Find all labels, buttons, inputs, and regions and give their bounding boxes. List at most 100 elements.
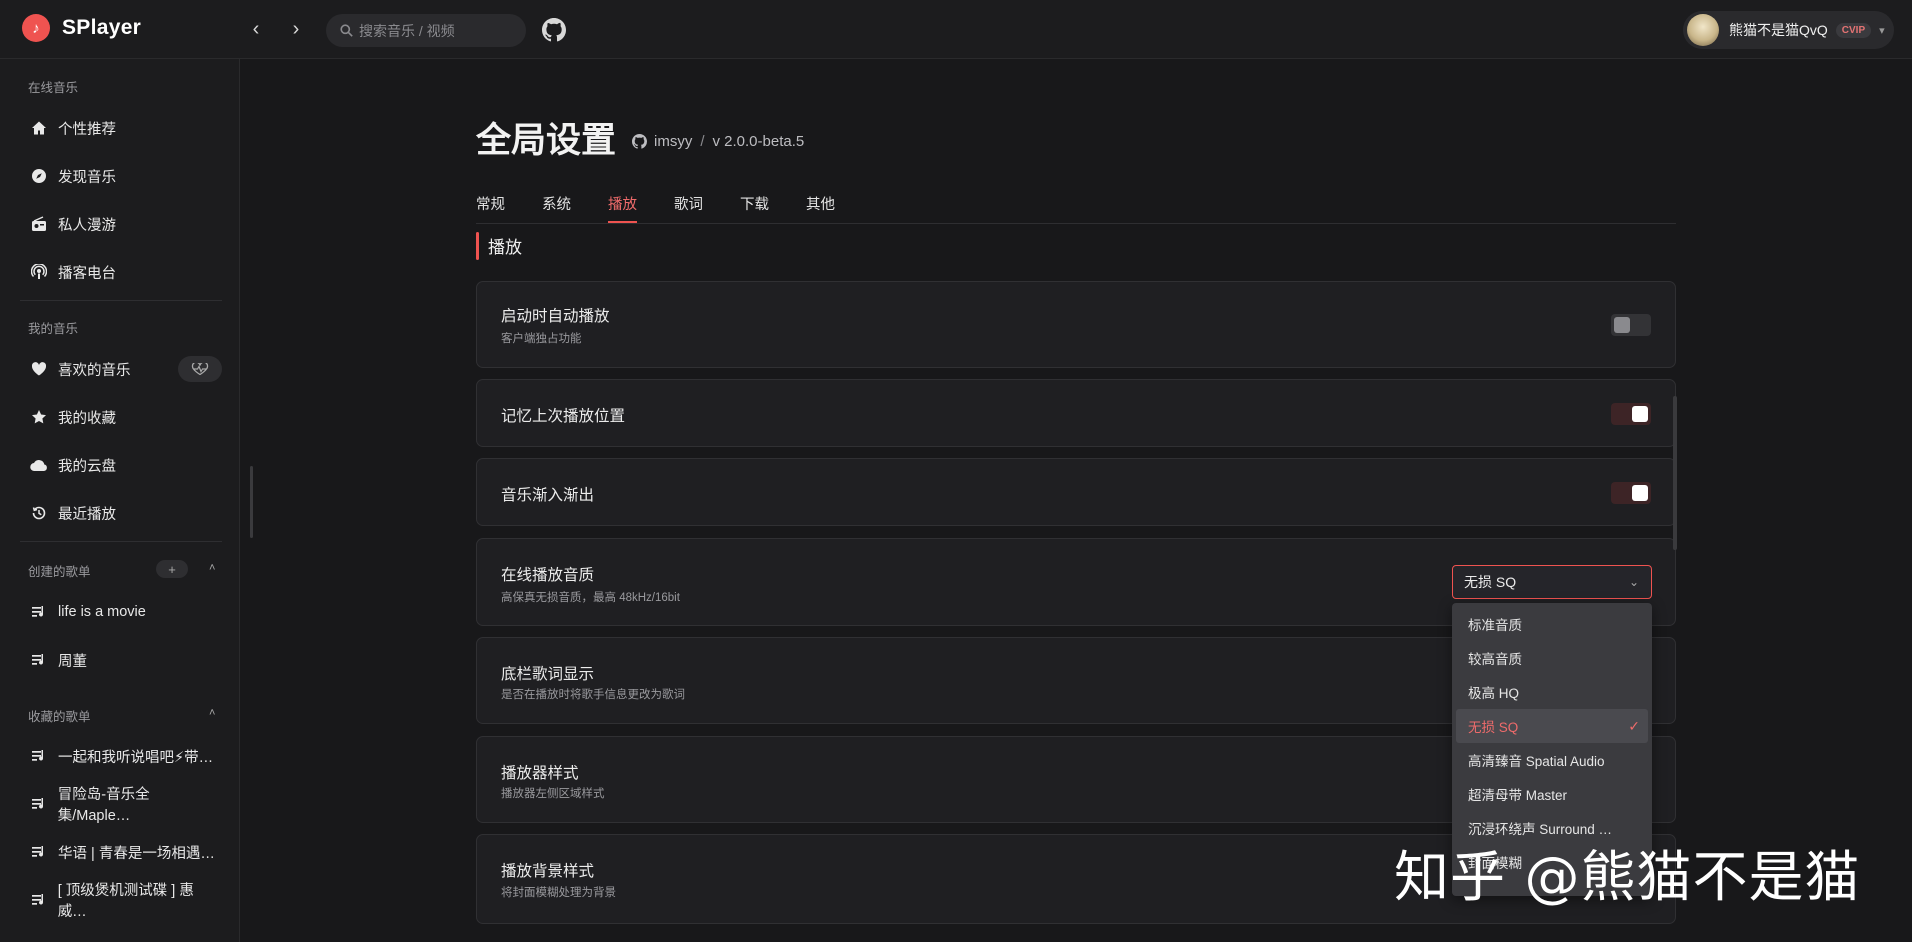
app-logo[interactable]: ♪ SPlayer: [22, 14, 141, 42]
tab-playback[interactable]: 播放: [608, 193, 637, 223]
main-scrollbar[interactable]: [1673, 396, 1677, 550]
divider: [20, 300, 222, 301]
quality-option-label: 无损 SQ: [1468, 720, 1519, 735]
tab-other[interactable]: 其他: [806, 193, 835, 223]
setting-fade: 音乐渐入渐出: [476, 458, 1676, 526]
user-name: 熊猫不是猫QvQ: [1729, 22, 1828, 38]
playlist-item[interactable]: 周董: [30, 645, 220, 675]
playlist-item[interactable]: 华语 | 青春是一场相遇…: [30, 837, 220, 867]
playlist-label: 周董: [58, 653, 87, 670]
podcast-icon: [30, 263, 48, 281]
playlist-label: 冒险岛-音乐全集/Maple…: [57, 787, 150, 824]
section-created-playlists: 创建的歌单: [28, 565, 91, 579]
vip-badge: CVIP: [1835, 22, 1872, 38]
heartbeat-mode-button[interactable]: [178, 356, 222, 382]
setting-desc: 播放器左侧区域样式: [501, 788, 605, 800]
compass-icon: [30, 167, 48, 185]
avatar: [1687, 14, 1719, 46]
quality-option[interactable]: 较高音质: [1456, 641, 1648, 675]
version-label: v 2.0.0-beta.5: [712, 133, 805, 150]
chevron-down-icon: ▾: [1879, 24, 1885, 37]
toggle-knob: [1614, 317, 1630, 333]
sidebar-item-podcast[interactable]: 播客电台: [30, 257, 220, 287]
setting-title: 在线播放音质: [501, 567, 595, 584]
playlist-item[interactable]: life is a movie: [30, 597, 220, 627]
back-button[interactable]: ‹: [243, 16, 269, 42]
setting-desc: 是否在播放时将歌手信息更改为歌词: [501, 689, 685, 701]
sidebar-item-label: 我的云盘: [58, 458, 116, 475]
playlist-item[interactable]: 冒险岛-音乐全集/Maple…: [30, 787, 220, 824]
heartbeat-icon: [191, 363, 209, 375]
radio-icon: [30, 215, 48, 233]
github-icon[interactable]: [542, 18, 566, 42]
user-menu[interactable]: 熊猫不是猫QvQ CVIP ▾: [1683, 11, 1894, 49]
tab-download[interactable]: 下载: [740, 193, 769, 223]
heart-icon: [30, 360, 48, 378]
setting-desc: 高保真无损音质，最高 48kHz/16bit: [501, 592, 680, 604]
home-icon: [30, 119, 48, 137]
playlist-label: 华语 | 青春是一场相遇…: [58, 845, 215, 862]
playlist-label: life is a movie: [58, 604, 146, 620]
settings-tabs: 常规 系统 播放 歌词 下载 其他: [476, 193, 872, 223]
fade-toggle[interactable]: [1611, 482, 1651, 504]
playlist-icon: [30, 651, 48, 669]
sidebar-scrollbar[interactable]: [250, 466, 253, 538]
watermark: 知乎 @熊猫不是猫: [1394, 845, 1861, 909]
setting-desc: 客户端独占功能: [501, 333, 582, 345]
section-collected-playlists: 收藏的歌单: [28, 710, 91, 724]
chevron-up-icon[interactable]: ˄: [209, 562, 215, 574]
autoplay-toggle[interactable]: [1611, 314, 1651, 336]
quality-select[interactable]: 无损 SQ ⌄: [1452, 565, 1652, 599]
cloud-icon: [30, 456, 48, 474]
section-my-music: 我的音乐: [28, 322, 79, 336]
sidebar-item-recent[interactable]: 最近播放: [30, 498, 220, 528]
quality-option[interactable]: 高清臻音 Spatial Audio: [1456, 743, 1648, 777]
music-note-icon: ♪: [22, 14, 50, 42]
top-bar: ♪ SPlayer ‹ › 熊猫不是猫QvQ CVIP ▾: [0, 0, 1912, 59]
sidebar-item-label: 喜欢的音乐: [58, 362, 131, 379]
sidebar-item-collection[interactable]: 我的收藏: [30, 402, 220, 432]
sidebar-item-label: 我的收藏: [58, 410, 116, 427]
toggle-knob: [1632, 485, 1648, 501]
tab-general[interactable]: 常规: [476, 193, 505, 223]
setting-title: 启动时自动播放: [501, 308, 610, 325]
playlist-item[interactable]: [ 顶级煲机测试碟 ] 惠威…: [30, 883, 220, 920]
quality-option[interactable]: 极高 HQ: [1456, 675, 1648, 709]
tab-system[interactable]: 系统: [542, 193, 571, 223]
playlist-icon: [30, 747, 48, 765]
tab-lyrics[interactable]: 歌词: [674, 193, 703, 223]
playlist-label: [ 顶级煲机测试碟 ] 惠威…: [57, 883, 194, 920]
github-icon: [632, 134, 647, 149]
setting-desc: 将封面模糊处理为背景: [501, 887, 616, 899]
playlist-item[interactable]: 一起和我听说唱吧⚡带…: [30, 741, 220, 771]
sidebar-item-personal-fm[interactable]: 私人漫游: [30, 209, 220, 239]
repo-info[interactable]: imsyy / v 2.0.0-beta.5: [632, 133, 804, 150]
history-icon: [30, 504, 48, 522]
playlist-label: 一起和我听说唱吧⚡带…: [58, 749, 214, 766]
search-input[interactable]: [359, 22, 519, 39]
section-header: 播放: [476, 231, 522, 260]
setting-title: 记忆上次播放位置: [501, 408, 626, 425]
setting-title: 音乐渐入渐出: [501, 487, 595, 504]
sidebar-item-label: 发现音乐: [58, 169, 116, 186]
quality-option[interactable]: 超清母带 Master: [1456, 777, 1648, 811]
add-playlist-button[interactable]: +: [156, 560, 188, 578]
sidebar-item-recommend[interactable]: 个性推荐: [30, 113, 220, 143]
sidebar: 在线音乐 个性推荐 发现音乐 私人漫游 播客电台 我的音乐 喜欢的音乐 我的收藏…: [0, 59, 253, 942]
chevron-up-icon[interactable]: ˄: [209, 707, 215, 719]
sidebar-item-cloud[interactable]: 我的云盘: [30, 450, 220, 480]
search-box[interactable]: [326, 14, 526, 47]
setting-autoplay: 启动时自动播放 客户端独占功能: [476, 281, 1676, 368]
remember-position-toggle[interactable]: [1611, 403, 1651, 425]
sidebar-item-discover[interactable]: 发现音乐: [30, 161, 220, 191]
star-icon: [30, 408, 48, 426]
section-title: 播放: [488, 238, 522, 257]
check-icon: ✓: [1628, 717, 1640, 734]
quality-option[interactable]: 标准音质: [1456, 607, 1648, 641]
quality-select-value: 无损 SQ: [1464, 574, 1517, 590]
forward-button[interactable]: ›: [283, 16, 309, 42]
setting-title: 播放器样式: [501, 765, 579, 782]
quality-option-selected[interactable]: 无损 SQ ✓: [1456, 709, 1648, 743]
setting-title: 底栏歌词显示: [501, 666, 595, 683]
sidebar-item-label: 个性推荐: [58, 121, 116, 138]
